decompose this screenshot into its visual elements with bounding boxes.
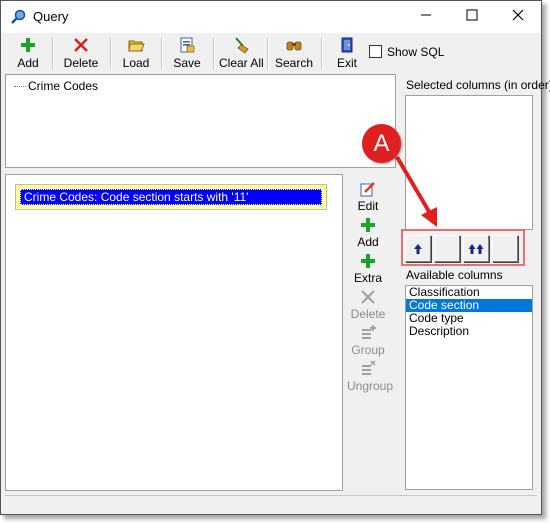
save-button[interactable]: Save [170, 36, 204, 72]
window-title: Query [33, 9, 69, 24]
x-icon [361, 290, 375, 304]
exit-button[interactable]: Exit [330, 36, 364, 72]
delete-label: Delete [350, 307, 386, 321]
save-button-label: Save [173, 56, 201, 70]
plus-icon [361, 254, 375, 268]
close-icon [512, 9, 524, 21]
binoculars-icon [286, 41, 302, 51]
toolbar: Add Delete Load Save Clear All Search Ex… [1, 33, 541, 73]
exit-button-label: Exit [336, 56, 357, 70]
list-item[interactable]: Description [406, 325, 532, 338]
tree-node-crime-codes[interactable]: Crime Codes [14, 79, 98, 93]
load-button-label: Load [122, 56, 150, 70]
delete-button-label: Delete [63, 56, 99, 70]
toolbar-separator [321, 37, 323, 69]
tree-node-label: Crime Codes [28, 79, 99, 93]
toolbar-separator [213, 37, 215, 69]
group-condition-button[interactable]: Group [347, 324, 389, 357]
plus-icon [21, 38, 35, 52]
conditions-panel[interactable]: Crime Codes: Code section starts with '1… [5, 174, 343, 491]
status-bar [5, 495, 537, 513]
delete-button[interactable]: Delete [61, 36, 101, 72]
search-button-label: Search [274, 56, 314, 70]
close-button[interactable] [495, 1, 541, 33]
toolbar-separator [267, 37, 269, 69]
annotation-highlight-box [401, 229, 525, 266]
clear-all-button-label: Clear All [219, 56, 264, 70]
query-window: Query Add Delete Load Save Clear All Sea… [0, 0, 550, 515]
extra-label: Extra [353, 271, 382, 285]
title-bar: Query [1, 1, 541, 33]
show-sql-checkbox[interactable]: Show SQL [369, 45, 444, 59]
extra-condition-button[interactable]: Extra [347, 252, 389, 285]
exit-door-icon [341, 37, 353, 53]
condition-row[interactable]: Crime Codes: Code section starts with '1… [15, 184, 327, 210]
plus-icon [361, 218, 375, 232]
edit-pencil-icon [360, 182, 375, 197]
add-button[interactable]: Add [11, 36, 45, 72]
minimize-button[interactable] [403, 1, 449, 33]
group-label: Group [351, 343, 385, 357]
add-button-label: Add [17, 56, 39, 70]
tree-connector [14, 86, 26, 88]
add-label: Add [357, 235, 379, 249]
selected-columns-label: Selected columns (in order) [406, 78, 550, 92]
maximize-icon [466, 9, 478, 21]
annotation-arrow-icon [395, 155, 437, 227]
search-button[interactable]: Search [273, 36, 315, 72]
magnifier-icon [11, 9, 26, 24]
toolbar-separator [110, 37, 112, 69]
available-columns-label: Available columns [406, 268, 503, 282]
ungroup-label: Ungroup [347, 379, 394, 393]
tables-tree[interactable]: Crime Codes [5, 74, 396, 168]
group-icon [362, 325, 376, 339]
clear-all-button[interactable]: Clear All [219, 36, 264, 72]
x-icon [74, 38, 88, 52]
broom-icon [235, 37, 249, 54]
ungroup-condition-button[interactable]: Ungroup [347, 360, 394, 393]
toolbar-separator [161, 37, 163, 69]
save-document-icon [180, 37, 195, 53]
annotation-marker: A [362, 124, 401, 163]
delete-condition-button[interactable]: Delete [347, 288, 389, 321]
show-sql-label: Show SQL [387, 45, 445, 59]
folder-open-icon [128, 40, 145, 52]
toolbar-separator [52, 37, 54, 69]
condition-text[interactable]: Crime Codes: Code section starts with '1… [20, 189, 322, 205]
ungroup-icon [362, 360, 376, 375]
maximize-button[interactable] [449, 1, 495, 33]
minimize-icon [421, 14, 431, 16]
load-button[interactable]: Load [119, 36, 153, 72]
available-columns-list[interactable]: Classification Code section Code type De… [405, 285, 533, 490]
checkbox-box[interactable] [369, 45, 382, 58]
